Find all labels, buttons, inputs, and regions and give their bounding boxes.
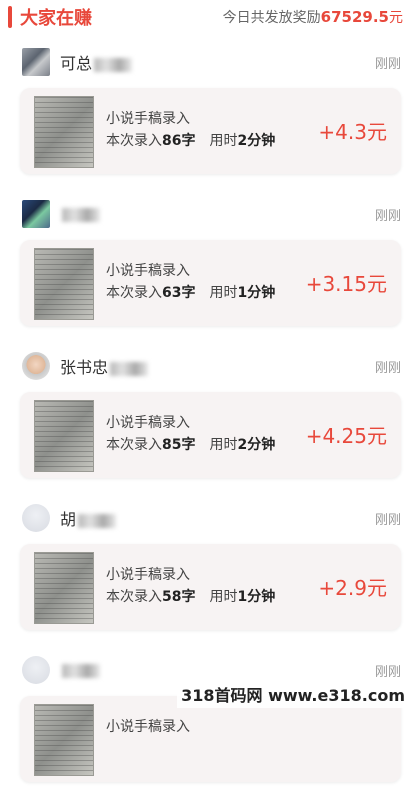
entry-time: 刚刚 <box>374 56 401 72</box>
task-title: 小说手稿录入 <box>106 719 190 735</box>
blurred-name <box>94 57 133 72</box>
blurred-name <box>78 513 117 528</box>
char-count: 58字 <box>162 589 196 605</box>
user-name-group <box>60 205 375 224</box>
duration: 2分钟 <box>237 437 276 453</box>
entry-time: 刚刚 <box>374 512 401 528</box>
char-count: 85字 <box>162 437 196 453</box>
avatar <box>22 200 50 228</box>
reward-total-amount: 67529.5 <box>320 8 389 26</box>
task-card[interactable]: 小说手稿录入 本次录入86字 用时2分钟 +4.3元 <box>20 88 401 174</box>
task-title: 小说手稿录入 <box>106 567 190 583</box>
task-card[interactable]: 小说手稿录入 本次录入85字 用时2分钟 +4.25元 <box>20 392 401 478</box>
page-title: 大家在赚 <box>20 8 92 29</box>
task-title: 小说手稿录入 <box>106 415 190 431</box>
avatar <box>22 352 50 380</box>
reward-amount: +4.3元 <box>318 120 387 144</box>
user-name-group <box>60 661 375 680</box>
user-name: 张书忠 <box>60 358 109 377</box>
blurred-name <box>110 361 149 376</box>
user-name-group: 张书忠 <box>60 354 375 378</box>
task-card[interactable]: 小说手稿录入 本次录入58字 用时1分钟 +2.9元 <box>20 544 401 630</box>
reward-amount: +3.15元 <box>305 272 387 296</box>
char-count: 63字 <box>162 285 196 301</box>
duration-prefix: 用时 <box>209 133 238 149</box>
user-name-group: 可总 <box>60 50 375 74</box>
count-prefix: 本次录入 <box>106 589 162 605</box>
char-count: 86字 <box>162 133 196 149</box>
user-row: 胡 刚刚 <box>22 500 401 536</box>
user-name: 胡 <box>60 510 77 529</box>
feed-entry[interactable]: 胡刚刚 小说手稿录入 本次录入58字 用时1分钟 +2.9元 <box>0 490 415 642</box>
count-prefix: 本次录入 <box>106 133 162 149</box>
duration: 1分钟 <box>237 589 276 605</box>
feed-entry[interactable]: 可总 刚刚 小说手稿录入 本次录入86字 用时2分钟 +4.3元 <box>0 34 415 186</box>
task-details: 本次录入63字 用时1分钟 <box>106 282 275 302</box>
avatar <box>22 48 50 76</box>
entry-time: 刚刚 <box>374 360 401 376</box>
task-card[interactable]: 小说手稿录入 <box>20 696 401 782</box>
manuscript-thumbnail <box>34 248 94 320</box>
duration-prefix: 用时 <box>209 589 238 605</box>
entry-time: 刚刚 <box>374 208 401 224</box>
feed-entry[interactable]: 刚刚小说手稿录入 <box>0 642 415 794</box>
reward-total-label: 今日共发放奖励 <box>222 10 321 26</box>
accent-bar <box>8 6 12 28</box>
reward-total-unit: 元 <box>389 10 403 26</box>
manuscript-thumbnail <box>34 96 94 168</box>
reward-total: 今日共发放奖励67529.5元 <box>223 7 403 27</box>
task-details: 本次录入85字 用时2分钟 <box>106 434 275 454</box>
user-row: 可总 刚刚 <box>22 44 401 80</box>
reward-amount: +4.25元 <box>305 424 387 448</box>
entry-time: 刚刚 <box>374 664 401 680</box>
earnings-header: 大家在赚 今日共发放奖励67529.5元 <box>0 0 415 34</box>
manuscript-thumbnail <box>34 400 94 472</box>
task-details <box>106 738 120 754</box>
count-prefix: 本次录入 <box>106 285 162 301</box>
count-prefix: 本次录入 <box>106 437 162 453</box>
task-title: 小说手稿录入 <box>106 263 190 279</box>
header-title-group: 大家在赚 <box>8 4 92 30</box>
blurred-name <box>62 208 100 222</box>
duration-prefix: 用时 <box>209 285 238 301</box>
task-title: 小说手稿录入 <box>106 111 190 127</box>
duration: 2分钟 <box>237 133 276 149</box>
user-row: 张书忠 刚刚 <box>22 348 401 384</box>
feed-entry[interactable]: 刚刚 小说手稿录入 本次录入63字 用时1分钟 +3.15元 <box>0 186 415 338</box>
watermark: 318首码网 www.e318.com <box>177 680 409 708</box>
manuscript-thumbnail <box>34 704 94 776</box>
task-details: 本次录入58字 用时1分钟 <box>106 586 275 606</box>
user-name-group: 胡 <box>60 506 375 530</box>
user-row: 刚刚 <box>22 196 401 232</box>
task-details: 本次录入86字 用时2分钟 <box>106 130 275 150</box>
avatar <box>22 504 50 532</box>
duration: 1分钟 <box>237 285 276 301</box>
task-card[interactable]: 小说手稿录入 本次录入63字 用时1分钟 +3.15元 <box>20 240 401 326</box>
blurred-name <box>62 664 100 678</box>
manuscript-thumbnail <box>34 552 94 624</box>
feed-entry[interactable]: 张书忠 刚刚 小说手稿录入 本次录入85字 用时2分钟 +4.25元 <box>0 338 415 490</box>
reward-amount: +2.9元 <box>318 576 387 600</box>
avatar <box>22 656 50 684</box>
duration-prefix: 用时 <box>209 437 238 453</box>
user-name: 可总 <box>60 54 93 73</box>
